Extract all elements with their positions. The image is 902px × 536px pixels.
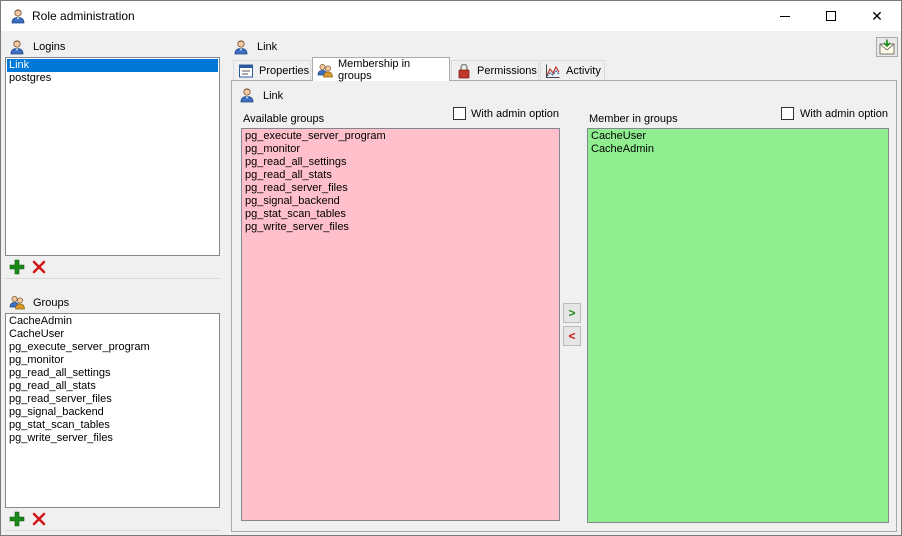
tab-activity-label: Activity — [566, 64, 601, 77]
available-group-item[interactable]: pg_write_server_files — [243, 221, 558, 234]
membership-role-name: Link — [263, 90, 284, 102]
maximize-button[interactable] — [808, 1, 854, 31]
available-groups-listbox[interactable]: pg_execute_server_program pg_monitor pg_… — [241, 128, 560, 521]
login-item-postgres[interactable]: postgres — [7, 72, 218, 85]
available-group-item[interactable]: pg_execute_server_program — [243, 130, 558, 143]
groups-listbox[interactable]: CacheAdmin CacheUser pg_execute_server_p… — [5, 313, 220, 508]
available-group-item[interactable]: pg_signal_backend — [243, 195, 558, 208]
role-administration-window: Role administration ✕ Logins Link postgr… — [0, 0, 902, 536]
group-item[interactable]: pg_execute_server_program — [7, 341, 218, 354]
title-bar: Role administration ✕ — [1, 1, 901, 31]
logins-toolstrip — [5, 257, 220, 279]
minimize-icon — [780, 15, 790, 17]
close-icon: ✕ — [871, 7, 883, 24]
group-item[interactable]: pg_read_all_settings — [7, 367, 218, 380]
logins-user-icon — [9, 39, 25, 55]
activity-chart-icon — [546, 64, 560, 78]
selected-role-icon — [233, 39, 249, 55]
available-group-item[interactable]: pg_read_all_stats — [243, 169, 558, 182]
groups-icon — [9, 294, 25, 310]
logins-listbox[interactable]: Link postgres — [5, 57, 220, 256]
send-mail-button[interactable] — [876, 37, 898, 57]
maximize-icon — [826, 11, 836, 21]
available-group-item[interactable]: pg_read_all_settings — [243, 156, 558, 169]
group-item[interactable]: pg_stat_scan_tables — [7, 419, 218, 432]
group-item[interactable]: CacheAdmin — [7, 315, 218, 328]
tab-properties[interactable]: Properties — [233, 60, 311, 80]
tab-membership-in-groups[interactable]: Membership in groups — [312, 57, 450, 82]
group-item[interactable]: CacheUser — [7, 328, 218, 341]
add-group-button[interactable] — [9, 511, 25, 527]
member-in-groups-listbox[interactable]: CacheUser CacheAdmin — [587, 128, 889, 523]
available-admin-option-checkbox[interactable] — [453, 107, 466, 120]
tab-permissions[interactable]: Permissions — [451, 60, 539, 80]
available-group-item[interactable]: pg_stat_scan_tables — [243, 208, 558, 221]
group-item[interactable]: pg_write_server_files — [7, 432, 218, 445]
groups-toolstrip-divider — [5, 530, 220, 531]
available-groups-label: Available groups — [243, 113, 325, 125]
group-item[interactable]: pg_read_server_files — [7, 393, 218, 406]
window-title: Role administration — [32, 9, 135, 23]
minimize-button[interactable] — [762, 1, 808, 31]
member-group-item[interactable]: CacheAdmin — [589, 143, 887, 156]
membership-tab-panel: Link Available groups With admin option … — [231, 80, 897, 532]
group-item[interactable]: pg_monitor — [7, 354, 218, 367]
group-item[interactable]: pg_signal_backend — [7, 406, 218, 419]
lock-icon — [458, 63, 470, 78]
member-in-groups-label: Member in groups — [589, 113, 678, 125]
available-admin-option-label: With admin option — [471, 108, 560, 120]
role-admin-app-icon — [10, 8, 26, 24]
close-button[interactable]: ✕ — [854, 1, 900, 31]
login-item-link[interactable]: Link — [7, 59, 218, 72]
logins-label: Logins — [33, 41, 66, 53]
logins-toolstrip-divider — [5, 278, 220, 279]
delete-group-button[interactable] — [31, 511, 47, 527]
member-admin-option-checkbox[interactable] — [781, 107, 794, 120]
selected-role-name: Link — [257, 41, 278, 53]
available-group-item[interactable]: pg_monitor — [243, 143, 558, 156]
available-group-item[interactable]: pg_read_server_files — [243, 182, 558, 195]
tab-properties-label: Properties — [259, 64, 310, 77]
groups-toolstrip — [5, 509, 220, 531]
remove-from-groups-button[interactable]: < — [563, 326, 581, 346]
tab-activity[interactable]: Activity — [540, 60, 605, 80]
membership-icon — [317, 62, 333, 78]
envelope-icon — [879, 39, 895, 55]
delete-login-button[interactable] — [31, 259, 47, 275]
member-admin-option-label: With admin option — [800, 108, 889, 120]
properties-icon — [239, 64, 253, 77]
tab-permissions-label: Permissions — [477, 64, 537, 77]
tab-membership-label: Membership in groups — [338, 57, 411, 82]
member-group-item[interactable]: CacheUser — [589, 130, 887, 143]
group-item[interactable]: pg_read_all_stats — [7, 380, 218, 393]
add-to-groups-button[interactable]: > — [563, 303, 581, 323]
add-login-button[interactable] — [9, 259, 25, 275]
groups-label: Groups — [33, 297, 70, 309]
membership-role-icon — [239, 87, 255, 103]
